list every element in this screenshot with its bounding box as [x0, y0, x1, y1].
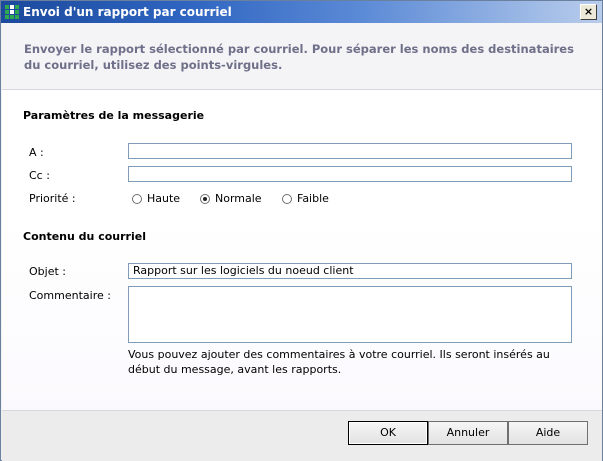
subject-label: Objet : — [29, 265, 66, 278]
help-button[interactable]: Aide — [508, 421, 588, 445]
window-title: Envoi d'un rapport par courriel — [23, 5, 232, 19]
priority-low-option[interactable]: Faible — [282, 192, 329, 205]
ok-button[interactable]: OK — [348, 421, 428, 445]
priority-normal-option[interactable]: Normale — [200, 192, 262, 205]
priority-low-label: Faible — [297, 192, 329, 205]
messaging-section-title: Paramètres de la messagerie — [23, 109, 205, 122]
priority-high-label: Haute — [147, 192, 181, 205]
priority-high-option[interactable]: Haute — [132, 192, 180, 205]
comment-textarea[interactable] — [128, 286, 572, 343]
email-report-dialog: Envoi d'un rapport par courriel × Envoye… — [0, 0, 603, 461]
dialog-header: Envoyer le rapport sélectionné par courr… — [2, 23, 602, 90]
comment-hint: Vous pouvez ajouter des commentaires à v… — [128, 348, 550, 376]
radio-high[interactable] — [132, 193, 142, 204]
to-label: A : — [29, 146, 44, 159]
content-section-title: Contenu du courriel — [23, 230, 146, 243]
title-bar[interactable]: Envoi d'un rapport par courriel × — [1, 1, 602, 23]
radio-low[interactable] — [282, 193, 292, 204]
header-description: Envoyer le rapport sélectionné par courr… — [24, 42, 574, 72]
cc-field[interactable] — [128, 166, 572, 182]
comment-label: Commentaire : — [29, 289, 111, 302]
cancel-button[interactable]: Annuler — [428, 421, 508, 445]
to-field[interactable] — [128, 143, 572, 159]
app-grid-icon — [5, 5, 19, 19]
radio-normal[interactable] — [200, 193, 210, 204]
subject-field[interactable]: Rapport sur les logiciels du noeud clien… — [128, 263, 572, 279]
priority-normal-label: Normale — [215, 192, 262, 205]
close-button[interactable]: × — [580, 4, 597, 20]
priority-label: Priorité : — [29, 192, 76, 205]
cc-label: Cc : — [29, 169, 50, 182]
